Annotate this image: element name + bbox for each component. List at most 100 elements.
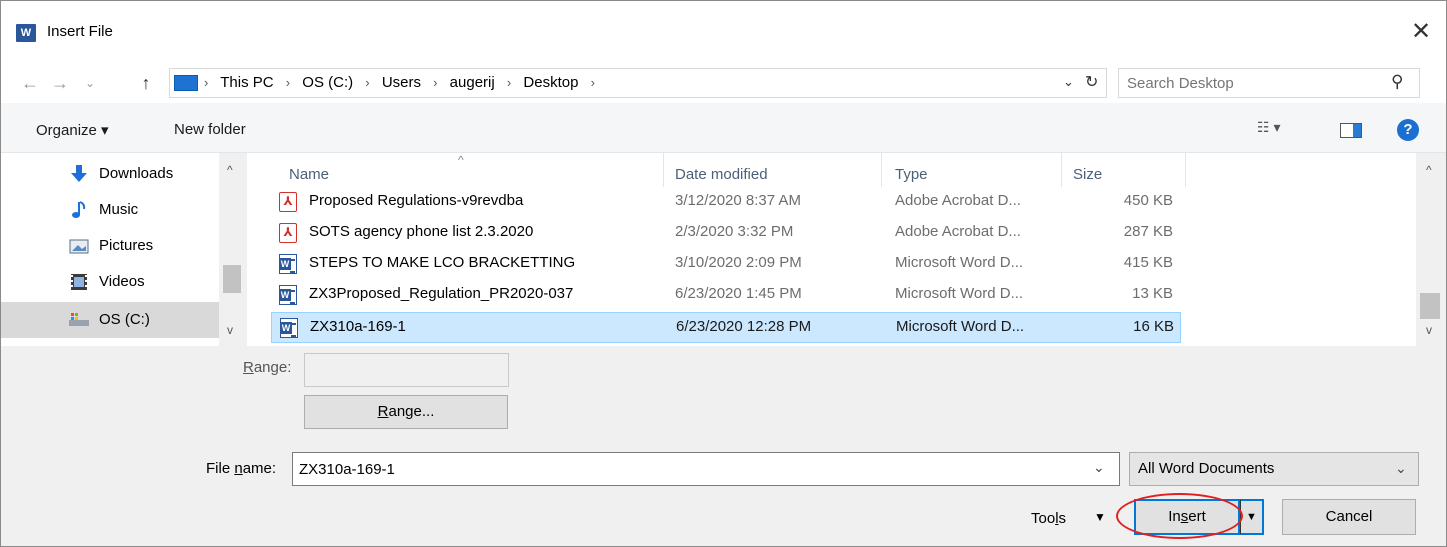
- file-list: ^ Name Date modified Type Size ⅄ Propose…: [247, 153, 1416, 346]
- nav-label-os-c: OS (C:): [99, 311, 150, 328]
- chevron-down-icon[interactable]: ⌄: [1093, 459, 1105, 476]
- file-size: 13 KB: [1132, 285, 1173, 302]
- word-doc-icon: [279, 285, 297, 305]
- chevron-down-icon: ⌄: [1395, 460, 1407, 476]
- file-size: 287 KB: [1123, 223, 1173, 240]
- file-date: 2/3/2020 3:32 PM: [675, 223, 794, 240]
- breadcrumb: › This PC › OS (C:) › Users › augerij › …: [204, 74, 595, 91]
- breadcrumb-augerij[interactable]: augerij: [450, 74, 495, 91]
- forward-arrow-icon[interactable]: →: [49, 69, 71, 97]
- file-type: Microsoft Word D...: [895, 285, 1024, 302]
- close-button[interactable]: ✕: [1401, 15, 1441, 51]
- file-name-label: File name:: [206, 460, 277, 477]
- search-input[interactable]: [1127, 73, 1377, 93]
- address-row: ← → ⌄ ↑ › This PC › OS (C:) › Users › au…: [1, 63, 1446, 103]
- file-size: 415 KB: [1123, 254, 1173, 271]
- file-name: Proposed Regulations-v9revdba: [309, 192, 524, 209]
- nav-item-music[interactable]: Music: [1, 192, 219, 228]
- file-name: ZX310a-169-1: [310, 318, 406, 335]
- word-app-icon: W: [16, 24, 36, 42]
- scroll-down-icon[interactable]: v: [227, 323, 233, 337]
- up-arrow-icon[interactable]: ↑: [135, 69, 157, 97]
- file-type: Adobe Acrobat D...: [895, 192, 1021, 209]
- refresh-icon[interactable]: ↻: [1085, 72, 1098, 92]
- column-header-date-modified[interactable]: Date modified: [675, 166, 768, 183]
- file-name-combobox[interactable]: ⌄: [292, 452, 1120, 486]
- column-header-name[interactable]: Name: [289, 166, 329, 183]
- back-arrow-icon[interactable]: ←: [19, 69, 41, 97]
- organize-menu-button[interactable]: Organize ▾: [36, 121, 109, 139]
- dialog-title: Insert File: [47, 23, 113, 40]
- file-name: ZX3Proposed_Regulation_PR2020-037: [309, 285, 574, 302]
- file-size: 16 KB: [1133, 318, 1174, 335]
- nav-item-os-c[interactable]: OS (C:): [1, 302, 219, 338]
- scroll-down-icon[interactable]: v: [1426, 323, 1432, 337]
- table-row[interactable]: ⅄ SOTS agency phone list 2.3.2020 2/3/20…: [271, 218, 1181, 249]
- file-type-value: All Word Documents: [1138, 460, 1275, 477]
- highlight-annotation: [1116, 493, 1243, 539]
- preview-pane-icon[interactable]: [1340, 123, 1362, 138]
- title-bar: W Insert File ✕: [1, 1, 1446, 63]
- file-type: Microsoft Word D...: [895, 254, 1024, 271]
- range-input: [304, 353, 509, 387]
- breadcrumb-desktop[interactable]: Desktop: [523, 74, 578, 91]
- word-doc-icon: [280, 318, 298, 338]
- nav-item-videos[interactable]: Videos: [1, 264, 219, 300]
- pdf-icon: ⅄: [279, 223, 297, 243]
- download-icon: [71, 165, 87, 182]
- word-doc-icon: [279, 254, 297, 274]
- sort-ascending-icon: ^: [458, 153, 464, 167]
- command-toolbar: Organize ▾ New folder ☷ ▾ ?: [1, 103, 1446, 153]
- cancel-button[interactable]: Cancel: [1282, 499, 1416, 535]
- address-bar[interactable]: › This PC › OS (C:) › Users › augerij › …: [169, 68, 1107, 98]
- file-name: STEPS TO MAKE LCO BRACKETTING: [309, 254, 576, 271]
- recent-locations-chevron-icon[interactable]: ⌄: [83, 69, 97, 97]
- file-date: 6/23/2020 1:45 PM: [675, 285, 802, 302]
- pdf-icon: ⅄: [279, 192, 297, 212]
- tools-menu-button[interactable]: Tools: [1031, 510, 1066, 527]
- range-label: Range:: [243, 359, 292, 376]
- table-row-selected[interactable]: ZX310a-169-1 6/23/2020 12:28 PM Microsof…: [271, 312, 1181, 343]
- navigation-pane: Downloads Music Pictures Videos OS (C:) …: [1, 153, 247, 346]
- column-header-size[interactable]: Size: [1073, 166, 1102, 183]
- file-size: 450 KB: [1123, 192, 1173, 209]
- table-row[interactable]: ⅄ Proposed Regulations-v9revdba 3/12/202…: [271, 187, 1181, 218]
- nav-item-pictures[interactable]: Pictures: [1, 228, 219, 264]
- search-box[interactable]: ⚲: [1118, 68, 1420, 98]
- file-date: 3/10/2020 2:09 PM: [675, 254, 802, 271]
- file-type: Adobe Acrobat D...: [895, 223, 1021, 240]
- column-header-type[interactable]: Type: [895, 166, 928, 183]
- breadcrumb-users[interactable]: Users: [382, 74, 421, 91]
- file-date: 3/12/2020 8:37 AM: [675, 192, 801, 209]
- breadcrumb-os-c[interactable]: OS (C:): [302, 74, 353, 91]
- tools-dropdown-icon[interactable]: ▼: [1094, 510, 1106, 524]
- table-row[interactable]: STEPS TO MAKE LCO BRACKETTING 3/10/2020 …: [271, 249, 1181, 280]
- address-dropdown-chevron-icon[interactable]: ⌄: [1063, 74, 1074, 90]
- range-button[interactable]: Range...: [304, 395, 508, 429]
- nav-label-videos: Videos: [99, 273, 145, 290]
- help-icon[interactable]: ?: [1397, 119, 1419, 141]
- change-view-icon[interactable]: ☷ ▾: [1257, 119, 1280, 136]
- breadcrumb-this-pc[interactable]: This PC: [220, 74, 273, 91]
- file-date: 6/23/2020 12:28 PM: [676, 318, 812, 335]
- navigation-scrollbar[interactable]: ^ v: [219, 153, 247, 346]
- insert-split-dropdown-icon[interactable]: ▼: [1240, 499, 1264, 535]
- music-icon: [72, 201, 86, 218]
- this-pc-icon: [174, 75, 198, 91]
- new-folder-button[interactable]: New folder: [174, 121, 246, 138]
- file-name: SOTS agency phone list 2.3.2020: [309, 223, 534, 240]
- nav-label-pictures: Pictures: [99, 237, 154, 254]
- videos-icon: [71, 274, 87, 290]
- file-list-scrollbar[interactable]: ^ v: [1416, 153, 1446, 346]
- scroll-up-icon[interactable]: ^: [227, 163, 233, 177]
- file-name-input[interactable]: [299, 459, 1059, 479]
- nav-item-downloads[interactable]: Downloads: [1, 156, 219, 192]
- scroll-up-icon[interactable]: ^: [1426, 163, 1432, 177]
- scroll-thumb[interactable]: [1420, 293, 1440, 319]
- search-icon[interactable]: ⚲: [1391, 72, 1403, 92]
- scroll-thumb[interactable]: [223, 265, 241, 293]
- drive-icon: [69, 313, 89, 326]
- pictures-icon: [69, 239, 89, 254]
- file-type-select[interactable]: All Word Documents ⌄: [1129, 452, 1419, 486]
- table-row[interactable]: ZX3Proposed_Regulation_PR2020-037 6/23/2…: [271, 280, 1181, 311]
